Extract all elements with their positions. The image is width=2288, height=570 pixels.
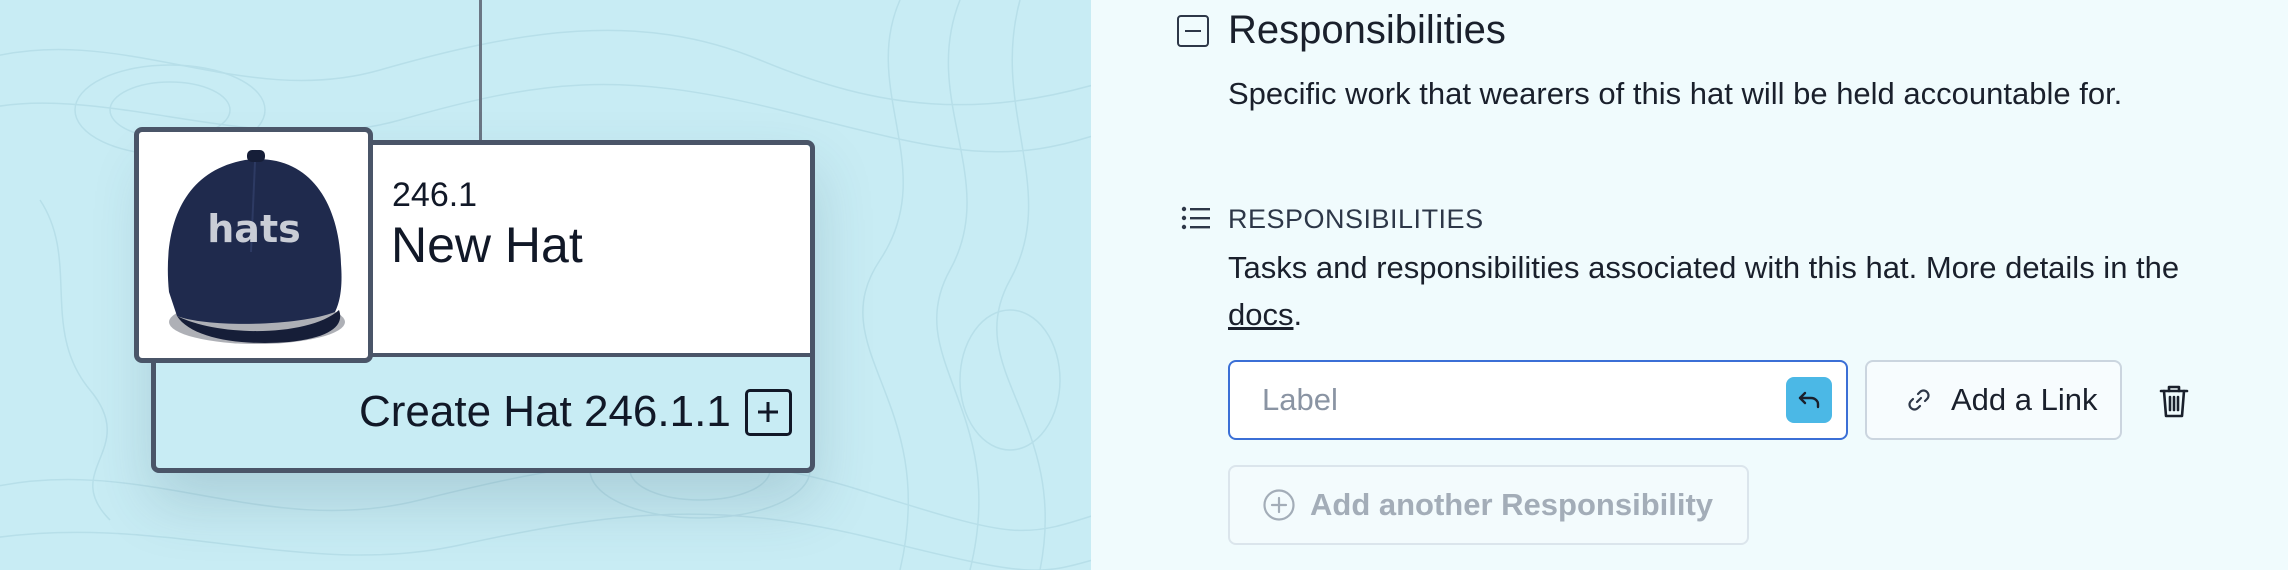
responsibility-label-input[interactable] [1230,362,1846,438]
plus-circle-icon [1263,489,1295,521]
add-link-button[interactable]: Add a Link [1865,360,2122,440]
org-chart-canvas[interactable]: hats 246.1 New Hat Create Hat 246.1.1 [0,0,1091,570]
field-label: RESPONSIBILITIES [1228,204,1484,234]
add-link-label: Add a Link [1951,382,2098,417]
list-icon [1181,206,1210,230]
hat-editor-panel: Responsibilities Specific work that wear… [1091,0,2288,570]
field-help-text: Tasks and responsibilities associated wi… [1228,244,2228,338]
hat-name: New Hat [391,217,583,273]
tree-connector-line [479,0,482,143]
undo-button[interactable] [1786,377,1832,423]
create-child-hat-button[interactable]: Create Hat 246.1.1 [359,384,792,440]
delete-responsibility-button[interactable] [2155,381,2193,421]
link-icon [1908,389,1930,411]
collapse-minus-icon[interactable] [1177,15,1209,47]
help-text: Tasks and responsibilities associated wi… [1228,250,2180,285]
docs-link[interactable]: docs [1228,297,1293,332]
hat-id: 246.1 [392,176,478,214]
add-another-label: Add another Responsibility [1310,487,1714,522]
plus-icon [744,388,792,436]
responsibility-label-field[interactable] [1228,360,1848,440]
create-child-hat-label: Create Hat 246.1.1 [359,387,731,436]
section-title: Responsibilities [1228,8,1506,52]
hat-logo-text: hats [207,207,300,251]
help-suffix: . [1293,297,1303,332]
section-description: Specific work that wearers of this hat w… [1228,76,2123,111]
trash-icon [2159,385,2189,418]
undo-icon [1798,391,1820,409]
hat-image[interactable]: hats [134,127,373,363]
add-another-responsibility-button[interactable]: Add another Responsibility [1228,465,1749,545]
cap-icon: hats [167,150,345,344]
